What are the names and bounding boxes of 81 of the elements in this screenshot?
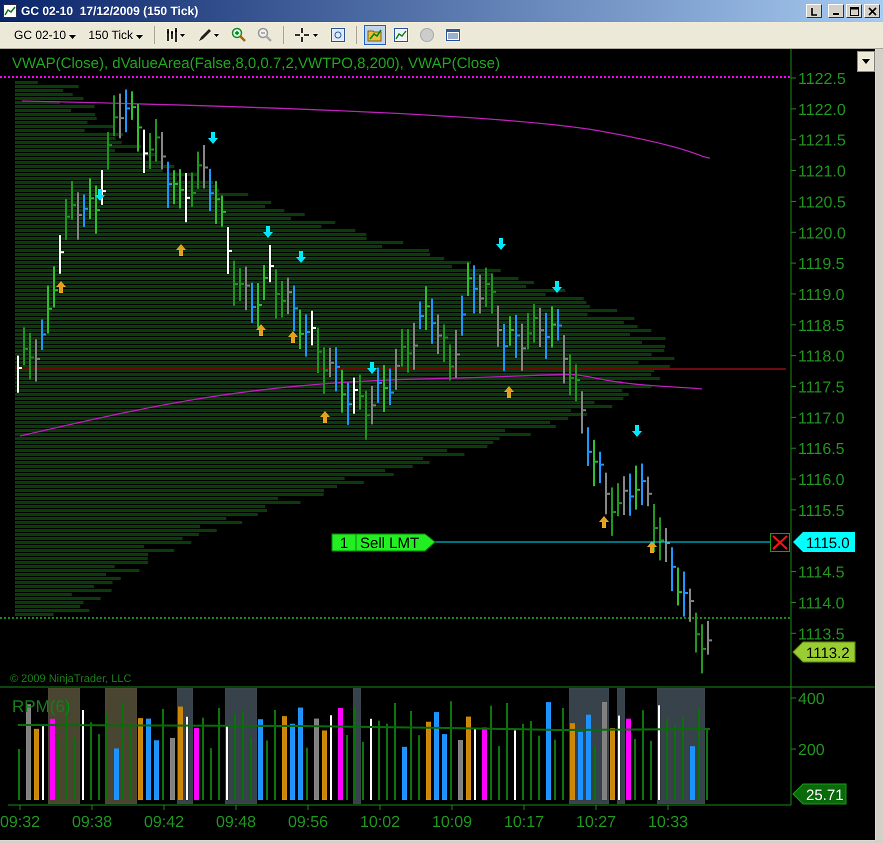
maximize-button[interactable]	[846, 4, 862, 18]
down-arrow-icon	[208, 132, 218, 144]
up-arrow-icon	[320, 411, 330, 423]
price-label: 1119.5	[798, 256, 845, 274]
time-label: 09:32	[0, 814, 40, 831]
down-arrow-icon	[296, 251, 306, 263]
up-arrow-icon	[176, 244, 186, 256]
down-arrow-icon	[263, 226, 273, 238]
zoom-in-icon	[231, 27, 248, 43]
price-label: 1117.0	[798, 410, 845, 428]
caret-icon	[69, 35, 76, 39]
time-label: 09:38	[72, 814, 112, 831]
price-label: 1122.0	[798, 102, 846, 119]
rpm-axis-label: 400	[798, 691, 825, 708]
time-label: 10:09	[432, 814, 472, 831]
up-arrow-icon	[647, 541, 657, 553]
crosshair-icon	[294, 27, 320, 43]
instrument-dropdown[interactable]: GC 02-10	[10, 26, 80, 44]
caret-icon	[136, 35, 144, 39]
price-label: 1116.5	[798, 441, 845, 458]
close-button[interactable]	[864, 4, 880, 18]
last-price: 1113.2	[806, 645, 850, 662]
grid-icon	[445, 27, 462, 43]
link-button[interactable]	[806, 4, 822, 18]
time-label: 10:33	[648, 814, 688, 831]
window-title: GC 02-10 17/12/2009 (150 Tick)	[21, 4, 198, 18]
price-label: 1121.0	[798, 164, 846, 181]
price-label: 1119.0	[798, 286, 845, 304]
up-arrow-icon	[56, 281, 66, 293]
down-arrow-icon	[552, 281, 562, 293]
chart-icon	[3, 4, 17, 18]
price-label: 1120.0	[798, 225, 846, 242]
price-label: 1120.5	[798, 194, 846, 212]
up-arrow-icon	[504, 386, 514, 398]
order-price: 1115.0	[806, 535, 850, 552]
close-icon	[868, 6, 876, 16]
zoom-out-icon	[257, 27, 274, 43]
coin-icon	[419, 27, 436, 43]
price-label: 1113.5	[798, 626, 845, 644]
window-icon	[330, 27, 346, 43]
dropdown-button[interactable]	[857, 51, 875, 72]
price-label: 1118.0	[798, 348, 845, 366]
up-arrow-icon	[256, 324, 266, 336]
price-label: 1115.5	[798, 502, 845, 520]
order-type: Sell LMT	[360, 535, 420, 552]
rpm-axis-label: 200	[798, 742, 825, 759]
price-label: 1114.0	[798, 595, 845, 612]
time-label: 09:48	[216, 814, 256, 831]
time-label: 10:02	[360, 814, 400, 831]
pencil-icon	[197, 27, 222, 43]
bars-icon	[165, 27, 188, 43]
link-icon	[810, 6, 818, 16]
time-label: 09:56	[288, 814, 328, 831]
price-label: 1118.5	[798, 318, 845, 335]
price-label: 1116.0	[798, 472, 845, 490]
time-label: 10:17	[504, 814, 544, 831]
down-arrow-icon	[95, 189, 105, 201]
interval-dropdown[interactable]: 150 Tick	[84, 26, 148, 44]
order-quantity: 1	[340, 535, 348, 552]
price-label: 1114.5	[798, 564, 845, 582]
maximize-icon	[850, 6, 858, 16]
price-label: 1121.5	[798, 132, 846, 150]
down-arrow-icon	[496, 238, 506, 250]
folder-icon	[367, 27, 384, 43]
indicator-label: VWAP(Close), dValueArea(False,8,0,0.7,2,VWTPO,8,200), VWAP(Close)	[12, 55, 500, 72]
minimize-icon	[833, 13, 839, 15]
time-label: 10:27	[576, 814, 616, 831]
rpm-value: 25.71	[806, 787, 844, 804]
down-arrow-icon	[632, 425, 642, 437]
up-arrow-icon	[599, 516, 609, 528]
price-label: 1122.5	[798, 71, 846, 88]
copyright-text: © 2009 NinjaTrader, LLC	[10, 673, 132, 685]
cancel-order-icon[interactable]	[770, 533, 790, 552]
folder-chart-button[interactable]	[364, 25, 386, 45]
order-badge[interactable]: 1 Sell LMT	[332, 534, 436, 552]
time-label: 09:42	[144, 814, 184, 831]
up-arrow-icon	[288, 331, 298, 343]
down-arrow-icon	[367, 362, 377, 374]
minimize-button[interactable]	[828, 4, 844, 18]
price-label: 1117.5	[798, 380, 845, 396]
line-chart-icon	[393, 27, 410, 43]
